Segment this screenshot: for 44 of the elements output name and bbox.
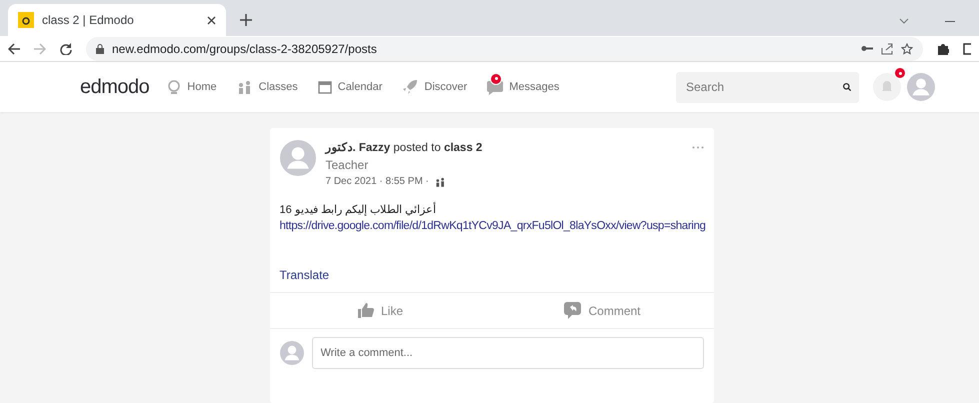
chevron-down-icon[interactable] [899,18,909,24]
calendar-icon [318,80,332,94]
bell-icon [882,81,892,93]
close-icon[interactable] [207,16,216,24]
edmodo-favicon-icon [18,12,34,28]
post-text: أعزائي الطلاب إليكم رابط فيديو 16 [280,203,438,216]
back-arrow-icon[interactable] [8,42,20,54]
star-icon[interactable] [901,42,913,54]
reply-bubble-icon [564,302,582,319]
post-date: 7 Dec 2021 · 8:55 PM · [326,176,429,187]
comment-field[interactable]: Write a comment... [312,337,704,369]
post-link[interactable]: https://drive.google.com/file/d/1dRwKq1tYCv9JA_qrxFu5lOl_8laYsOxx/view?usp=sharing [280,220,704,232]
rocket-icon [402,79,418,95]
globe-icon [167,80,182,94]
translate-link[interactable]: Translate [280,268,330,282]
author-avatar [280,140,316,176]
nav-link[interactable]: Discover [402,79,468,95]
comment-button[interactable]: Comment [492,293,714,328]
commenter-avatar [280,341,304,365]
people-icon [236,80,253,94]
lock-icon [96,44,104,54]
browser-tab[interactable]: class 2 | Edmodo [8,4,226,36]
sidebar-icon[interactable] [963,42,971,54]
user-avatar [907,73,935,101]
key-icon[interactable] [861,45,873,52]
puzzle-icon[interactable] [937,42,949,54]
people-icon [434,176,446,186]
notifications-button[interactable] [873,73,901,101]
nav-link[interactable]: Calendar [318,80,382,94]
edmodo-logo[interactable]: edmodo [80,76,150,98]
like-button[interactable]: Like [270,293,492,328]
search-input[interactable]: Search [684,79,843,95]
nav-link[interactable]: Classes [236,80,298,94]
search-field[interactable]: Search [676,72,859,102]
reload-icon[interactable] [60,42,72,54]
plus-icon[interactable] [240,14,252,26]
address-bar[interactable]: new.edmodo.com/groups/class-2-38205927/posts [86,36,923,60]
url-text: new.edmodo.com/groups/class-2-38205927/posts [112,42,378,56]
thumbs-up-icon [358,303,374,318]
share-icon[interactable] [881,42,893,54]
author-role: Teacher [326,158,370,172]
search-icon[interactable] [843,81,851,93]
tab-title: class 2 | Edmodo [42,13,135,27]
nav-link[interactable]: Home [167,80,217,94]
